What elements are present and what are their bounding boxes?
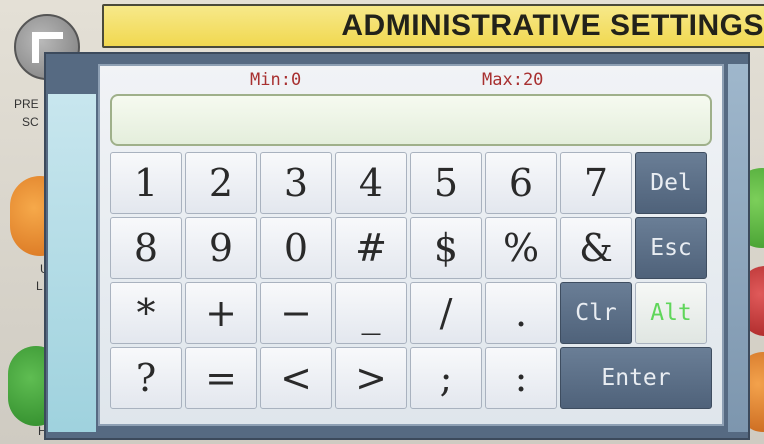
key-slash[interactable]: /	[410, 282, 482, 344]
key-9[interactable]: 9	[185, 217, 257, 279]
del-key[interactable]: Del	[635, 152, 707, 214]
dialog-left-strip	[48, 94, 96, 432]
title-bar: ADMINISTRATIVE SETTINGS	[102, 4, 764, 48]
max-label: Max:20	[482, 70, 544, 90]
key-3[interactable]: 3	[260, 152, 332, 214]
key-0[interactable]: 0	[260, 217, 332, 279]
key-ampersand[interactable]: &	[560, 217, 632, 279]
key-1[interactable]: 1	[110, 152, 182, 214]
value-input[interactable]	[110, 94, 712, 146]
side-label-pre: PRE	[14, 97, 39, 111]
esc-key[interactable]: Esc	[635, 217, 707, 279]
key-hash[interactable]: #	[335, 217, 407, 279]
side-label-sc: SC	[22, 115, 39, 129]
key-4[interactable]: 4	[335, 152, 407, 214]
keypad-panel: Min:0 Max:20 1 2 3 4 5 6 7 Del 8 9 0 # $% & Esc * + − _ /. C…	[98, 64, 724, 426]
key-minus[interactable]: −	[260, 282, 332, 344]
key-equals[interactable]: =	[185, 347, 257, 409]
key-6[interactable]: 6	[485, 152, 557, 214]
key-7[interactable]: 7	[560, 152, 632, 214]
side-label-l: L	[36, 279, 43, 293]
key-period[interactable]: .	[485, 282, 557, 344]
key-less-than[interactable]: <	[260, 347, 332, 409]
keypad-dialog: Min:0 Max:20 1 2 3 4 5 6 7 Del 8 9 0 # $% & Esc * + − _ /. C…	[44, 52, 750, 440]
key-semicolon[interactable]: ;	[410, 347, 482, 409]
key-asterisk[interactable]: *	[110, 282, 182, 344]
key-plus[interactable]: +	[185, 282, 257, 344]
key-question[interactable]: ?	[110, 347, 182, 409]
key-percent[interactable]: %	[485, 217, 557, 279]
dialog-right-strip	[728, 64, 748, 432]
key-underscore[interactable]: _	[335, 282, 407, 344]
key-8[interactable]: 8	[110, 217, 182, 279]
page-title: ADMINISTRATIVE SETTINGS	[341, 9, 764, 42]
range-row: Min:0 Max:20	[100, 70, 722, 90]
key-colon[interactable]: :	[485, 347, 557, 409]
key-dollar[interactable]: $	[410, 217, 482, 279]
enter-key[interactable]: Enter	[560, 347, 712, 409]
key-2[interactable]: 2	[185, 152, 257, 214]
alt-key[interactable]: Alt	[635, 282, 707, 344]
clear-key[interactable]: Clr	[560, 282, 632, 344]
min-label: Min:0	[250, 70, 302, 90]
key-5[interactable]: 5	[410, 152, 482, 214]
key-greater-than[interactable]: >	[335, 347, 407, 409]
